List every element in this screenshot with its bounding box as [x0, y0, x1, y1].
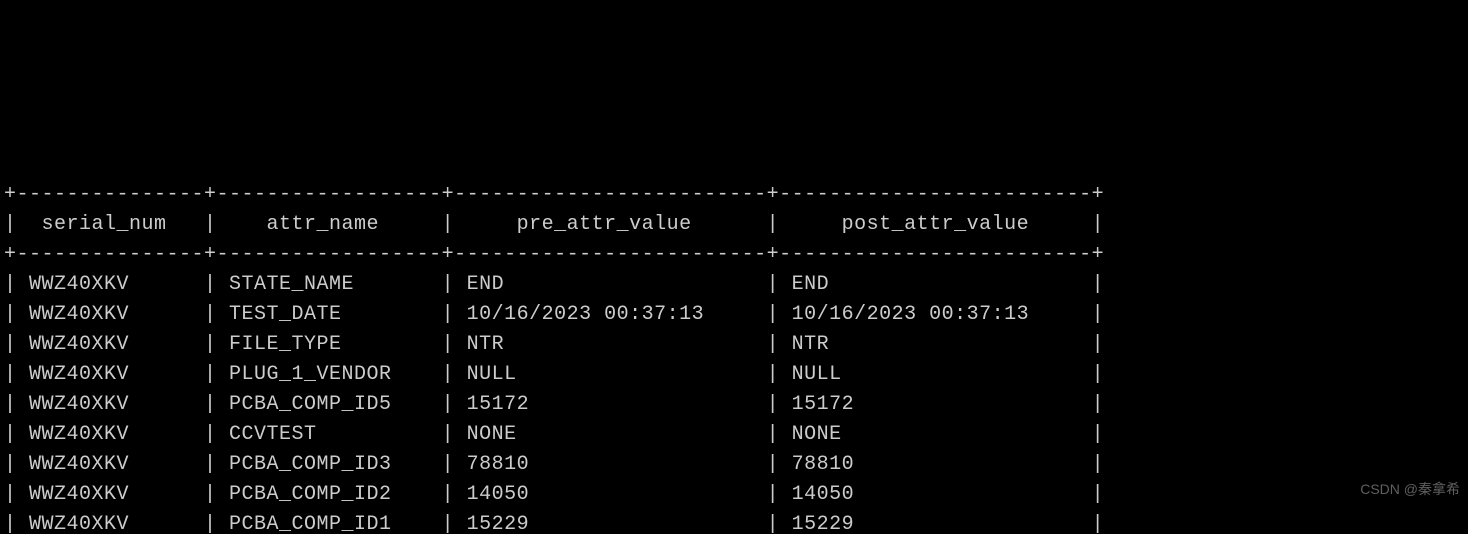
table-row: | WWZ40XKV | PLUG_1_VENDOR | NULL | NULL… — [4, 360, 1464, 390]
table-row: +---------------+------------------+----… — [4, 240, 1464, 270]
table-row: | serial_num | attr_name | pre_attr_valu… — [4, 210, 1464, 240]
table-row: | WWZ40XKV | PCBA_COMP_ID2 | 14050 | 140… — [4, 480, 1464, 510]
table-row: | WWZ40XKV | PCBA_COMP_ID5 | 15172 | 151… — [4, 390, 1464, 420]
watermark: CSDN @秦拿希 — [1360, 479, 1460, 500]
table-row: | WWZ40XKV | FILE_TYPE | NTR | NTR | — [4, 330, 1464, 360]
table-row: | WWZ40XKV | CCVTEST | NONE | NONE | — [4, 420, 1464, 450]
terminal-output: +---------------+------------------+----… — [0, 150, 1468, 534]
table-row: | WWZ40XKV | PCBA_COMP_ID1 | 15229 | 152… — [4, 510, 1464, 534]
table-row: | WWZ40XKV | TEST_DATE | 10/16/2023 00:3… — [4, 300, 1464, 330]
table-row: | WWZ40XKV | PCBA_COMP_ID3 | 78810 | 788… — [4, 450, 1464, 480]
table-row: | WWZ40XKV | STATE_NAME | END | END | — [4, 270, 1464, 300]
table-row: +---------------+------------------+----… — [4, 180, 1464, 210]
result-table: +---------------+------------------+----… — [4, 180, 1464, 534]
